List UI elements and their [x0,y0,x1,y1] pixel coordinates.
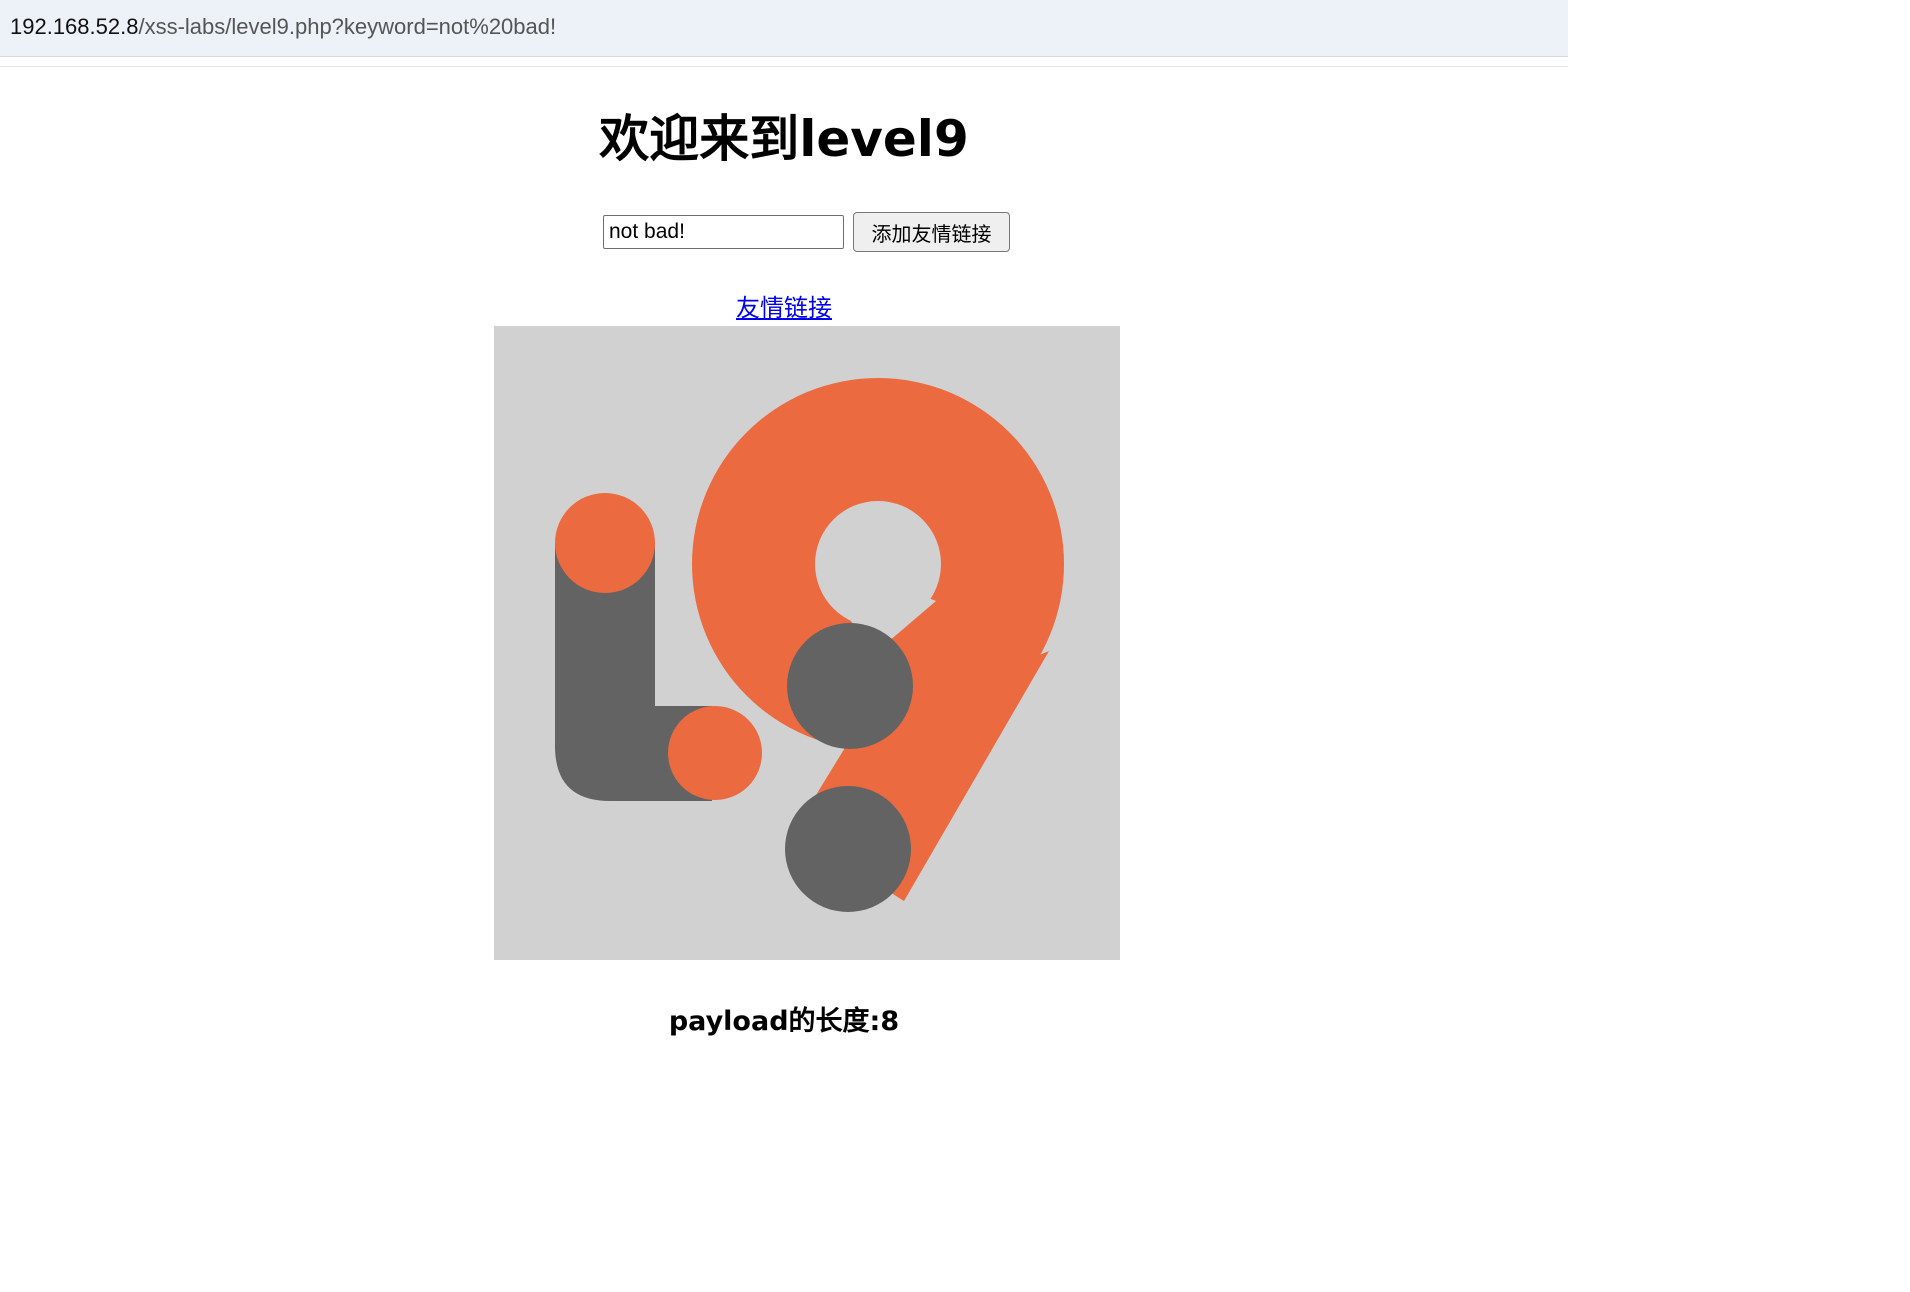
toolbar-divider [0,66,1568,67]
friend-link-container: 友情链接 [0,290,1568,326]
url-host: 192.168.52.8 [10,14,139,39]
payload-length-text: payload的长度:8 [668,1006,900,1037]
add-friend-link-button[interactable]: 添加友情链接 [853,212,1010,252]
level9-logo-graphic [494,326,1120,960]
keyword-input[interactable] [603,215,844,249]
friend-link[interactable]: 友情链接 [736,294,832,322]
page-title: 欢迎来到level9 [599,110,969,168]
level9-logo-image [494,326,1120,960]
url-path: /xss-labs/level9.php?keyword=not%20bad! [138,14,557,39]
address-bar[interactable]: 192.168.52.8/xss-labs/level9.php?keyword… [0,0,1568,57]
url-text[interactable]: 192.168.52.8/xss-labs/level9.php?keyword… [10,14,556,40]
